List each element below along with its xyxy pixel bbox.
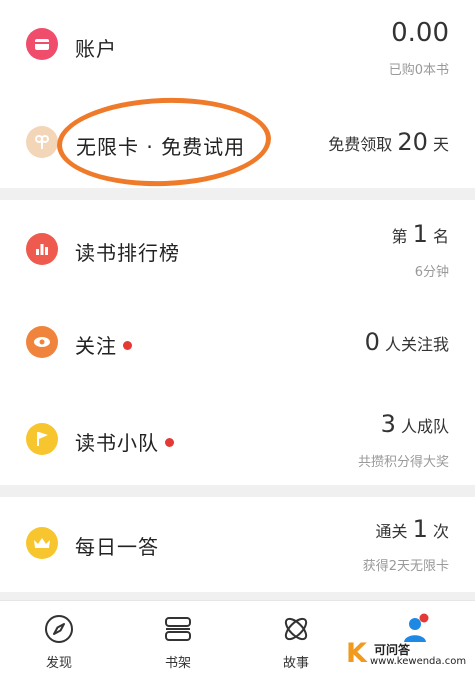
tab-bookshelf-label: 书架 [164,656,191,671]
eye-icon [26,326,58,358]
gift-icon [26,126,58,158]
watermark: K 可问答 www.kewenda.com [346,638,467,670]
crown-icon [26,527,58,559]
follow-label-text: 关注 [75,334,117,358]
unlimited-claim: 免费领取 20 天 [328,128,449,156]
quiz-number: 1 [412,515,428,543]
rank-prefix: 第 [391,227,408,246]
notification-dot [123,341,132,350]
wallet-icon [26,28,58,60]
account-label: 账户 [75,37,117,61]
claim-unit: 天 [432,135,449,154]
follow-count: 0 人关注我 [365,328,449,356]
quiz-suffix: 次 [432,522,449,541]
team-count: 3 人成队 [381,410,449,438]
tab-discover-label: 发现 [45,656,72,671]
section-divider [0,188,475,200]
team-label-text: 读书小队 [75,431,159,455]
follow-number: 0 [364,328,380,356]
team-sub: 共攒积分得大奖 [357,455,449,470]
account-purchased: 已购0本书 [388,63,449,78]
section-divider [0,485,475,497]
quiz-prefix: 通关 [375,522,408,541]
quiz-count: 通关 1 次 [376,515,450,543]
ranking-time: 6分钟 [414,265,449,280]
rank-number: 1 [412,220,428,248]
team-number: 3 [380,410,396,438]
tab-story-label: 故事 [282,656,309,671]
follow-label: 关注 [75,330,132,359]
team-label: 读书小队 [75,427,174,456]
rank-suffix: 名 [432,227,449,246]
watermark-site: www.kewenda.com [370,656,467,667]
daily-quiz-row[interactable]: 每日一答 通关 1 次 获得2天无限卡 [0,497,475,592]
team-row[interactable]: 读书小队 3 人成队 共攒积分得大奖 [0,390,475,485]
follow-row[interactable]: 关注 0 人关注我 [0,295,475,390]
account-balance: 0.00 [391,18,449,48]
daily-quiz-label: 每日一答 [75,535,159,559]
quiz-sub: 获得2天无限卡 [362,559,449,574]
follow-count-text: 人关注我 [384,335,449,354]
ranking-label: 读书排行榜 [75,241,180,265]
ranking-value: 第 1 名 [392,220,450,248]
ranking-row[interactable]: 读书排行榜 第 1 名 6分钟 [0,200,475,295]
story-icon [284,617,308,641]
compass-icon [45,615,73,643]
flag-icon [26,423,58,455]
account-row[interactable]: 账户 0.00 已购0本书 [0,0,475,90]
watermark-letter: K [346,638,367,669]
tab-story[interactable]: 故事 [251,601,341,675]
claim-prefix: 免费领取 [328,135,393,154]
bookshelf-icon [165,617,191,641]
tab-bookshelf[interactable]: 书架 [133,601,223,675]
tab-discover[interactable]: 发现 [14,601,104,675]
claim-days: 20 [397,128,428,156]
notification-dot [165,438,174,447]
bar-chart-icon [26,233,58,265]
team-count-text: 人成队 [400,417,449,436]
section-divider [0,592,475,600]
